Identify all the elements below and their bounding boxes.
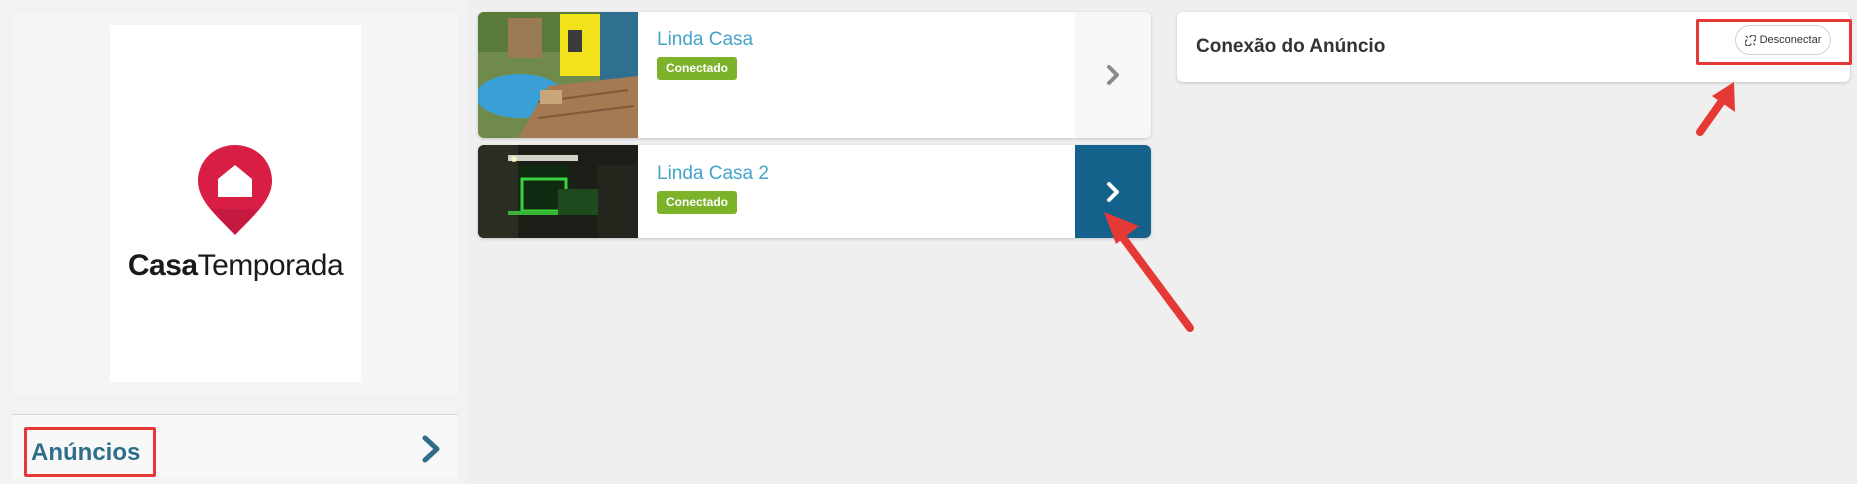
brand-logo: CasaTemporada xyxy=(110,25,361,382)
brand-logo-wordmark: CasaTemporada xyxy=(110,249,361,283)
disconnect-button-label: Desconectar xyxy=(1759,34,1822,46)
open-listing-button[interactable] xyxy=(1075,145,1151,238)
listing-photo xyxy=(478,12,638,138)
chevron-right-icon xyxy=(1107,181,1119,202)
listing-card[interactable]: Linda Casa Conectado xyxy=(478,12,1151,138)
listing-connection-panel: Conexão do Anúncio Desconectar xyxy=(1177,12,1850,82)
listing-card[interactable]: Linda Casa 2 Conectado xyxy=(478,145,1151,238)
logo-word-regular: Temporada xyxy=(197,249,344,282)
panel-title: Conexão do Anúncio xyxy=(1196,36,1386,57)
nav-item-label: Anúncios xyxy=(31,439,141,466)
annotation-arrow xyxy=(1696,82,1735,136)
logo-panel: CasaTemporada xyxy=(12,13,458,395)
left-column: CasaTemporada Anúncios xyxy=(0,0,468,484)
chevron-right-icon xyxy=(422,435,440,463)
disconnect-button[interactable]: Desconectar xyxy=(1735,25,1831,55)
status-badge: Conectado xyxy=(657,191,738,214)
location-pin-house-icon xyxy=(198,145,272,235)
chevron-right-icon xyxy=(1107,65,1119,85)
status-badge: Conectado xyxy=(657,57,738,80)
unlink-icon xyxy=(1744,34,1756,46)
open-listing-button[interactable] xyxy=(1075,12,1151,138)
listing-photo xyxy=(478,145,638,238)
logo-word-bold: Casa xyxy=(127,249,198,282)
listing-title[interactable]: Linda Casa 2 xyxy=(657,163,769,185)
nav-item-anuncios[interactable]: Anúncios xyxy=(12,415,458,479)
listing-title[interactable]: Linda Casa xyxy=(657,29,753,51)
